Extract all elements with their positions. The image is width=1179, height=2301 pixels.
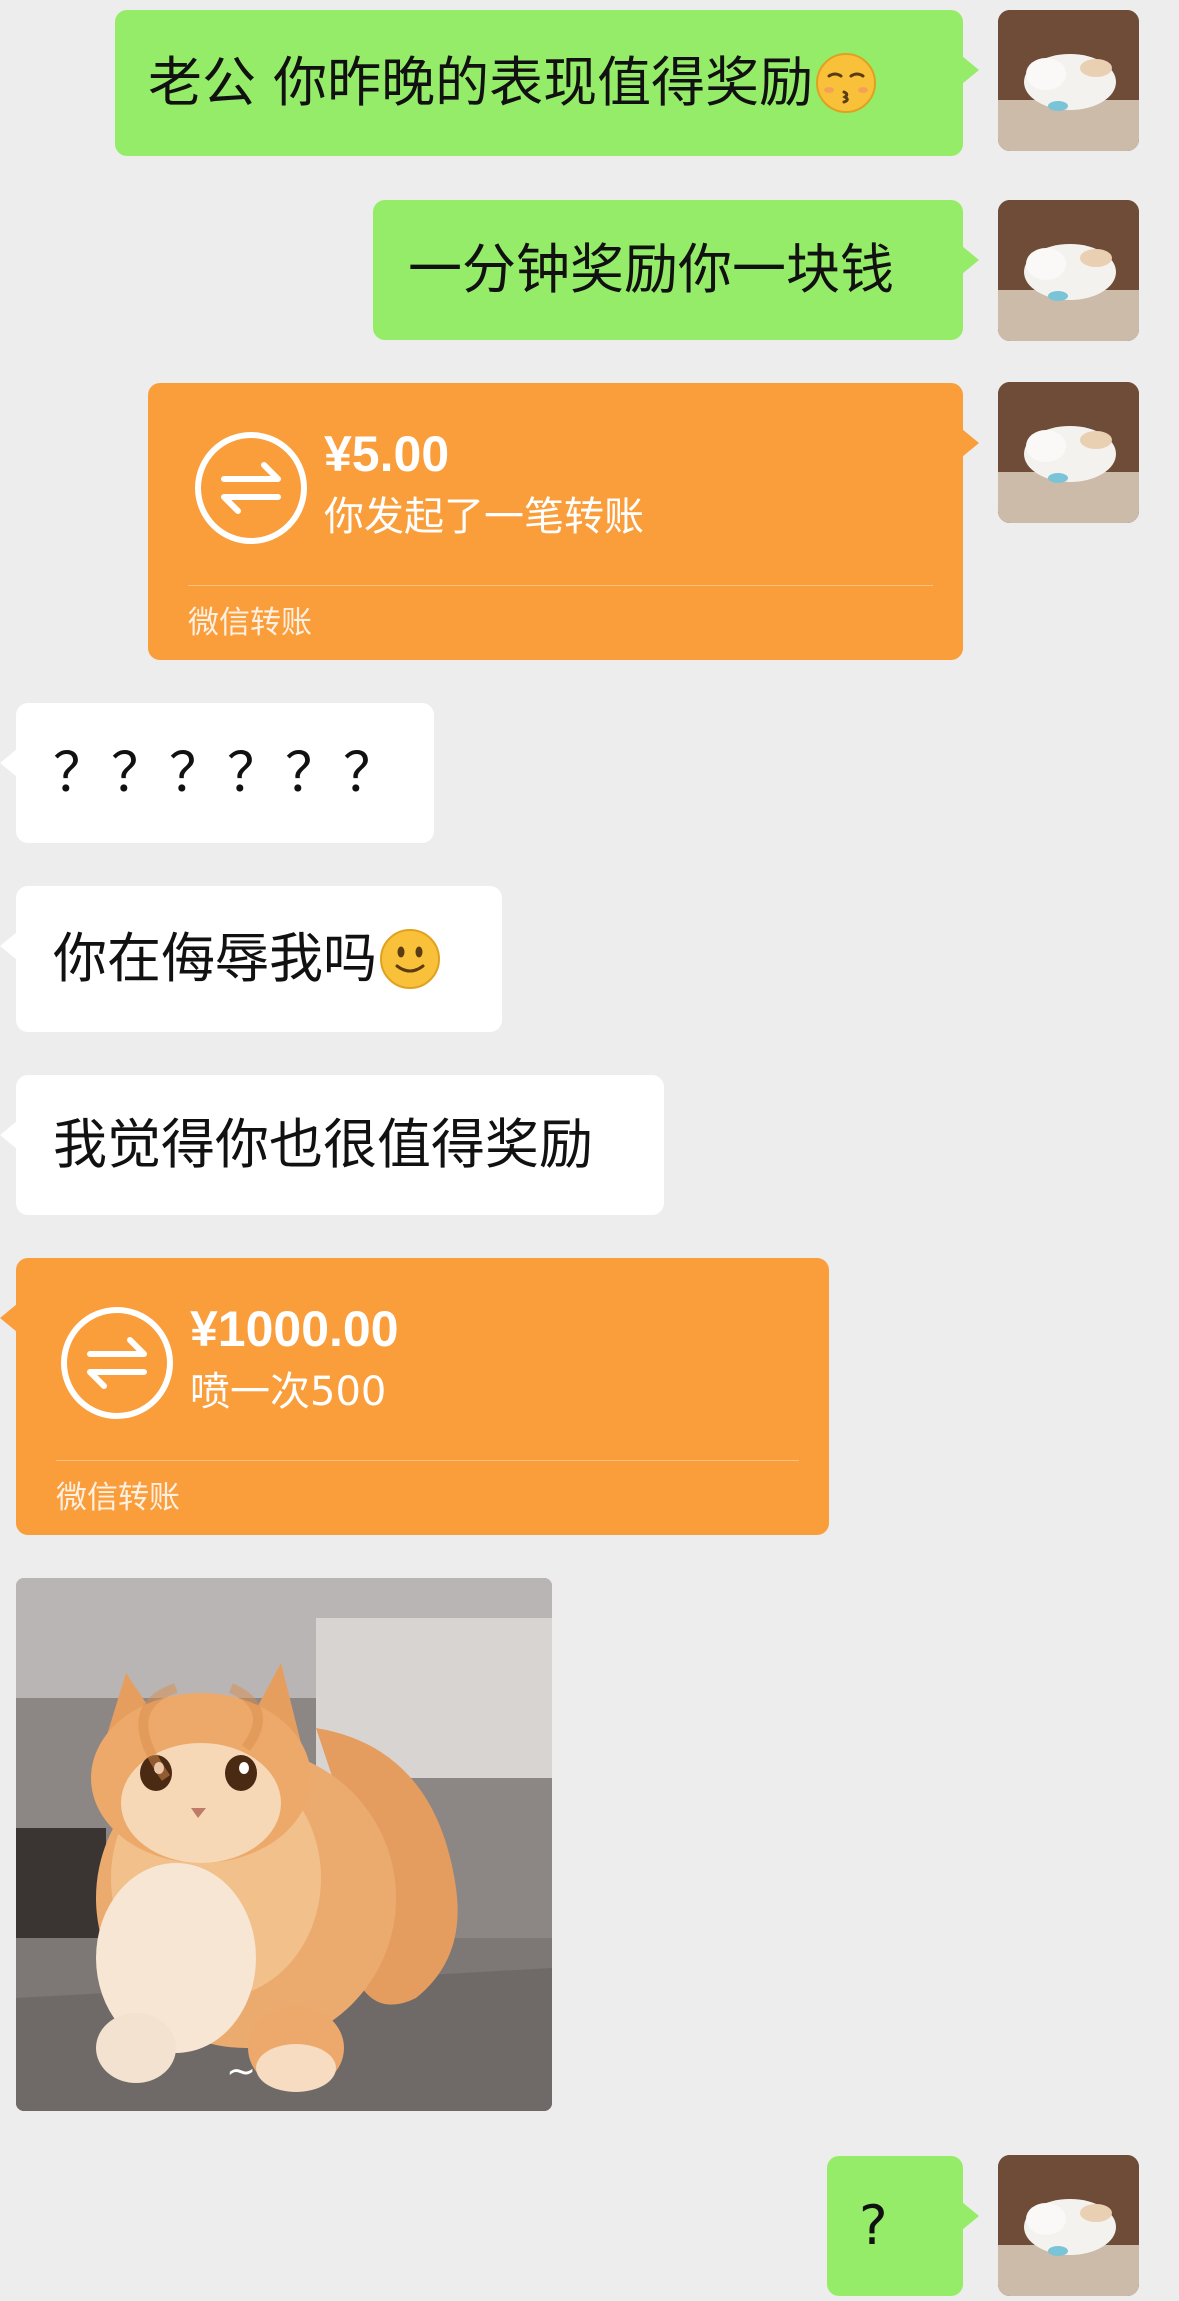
message-bubble[interactable]: 我觉得你也很值得奖励 <box>0 1075 664 1215</box>
message-bubble[interactable]: ？？？？？？ <box>0 703 434 843</box>
kissing-emoji-icon <box>815 52 877 114</box>
transfer-arrows-icon <box>194 431 308 545</box>
avatar[interactable] <box>998 2155 1139 2296</box>
avatar[interactable] <box>998 382 1139 523</box>
divider <box>56 1460 799 1461</box>
message-bubble[interactable]: 老公 你昨晚的表现值得奖励 <box>115 10 979 156</box>
transfer-description: 喷一次500 <box>190 1369 387 1415</box>
transfer-description: 你发起了一笔转账 <box>324 494 644 540</box>
transfer-amount: ¥5.00 <box>324 426 450 482</box>
message-text: ？？？？？？ <box>53 741 401 804</box>
message-text: 我觉得你也很值得奖励 <box>53 1113 593 1176</box>
message-bubble[interactable]: 一分钟奖励你一块钱 <box>373 200 979 340</box>
transfer-footer: 微信转账 <box>188 605 312 641</box>
avatar[interactable] <box>998 200 1139 341</box>
slight-smile-emoji-icon <box>379 928 441 990</box>
message-bubble[interactable]: ? <box>827 2156 979 2296</box>
transfer-arrows-icon <box>60 1306 174 1420</box>
transfer-card[interactable]: ¥5.00 你发起了一笔转账 微信转账 <box>148 383 979 660</box>
transfer-card[interactable]: ¥1000.00 喷一次500 微信转账 <box>0 1258 829 1535</box>
message-bubble[interactable]: 你在侮辱我吗 <box>0 886 502 1032</box>
message-text: 一分钟奖励你一块钱 <box>408 238 894 301</box>
cat-sticker[interactable]: ~ <box>16 1578 552 2111</box>
sticker-caption: ~ <box>226 2051 256 2092</box>
message-text: 老公 你昨晚的表现值得奖励 <box>148 51 814 114</box>
transfer-footer: 微信转账 <box>56 1480 180 1516</box>
transfer-amount: ¥1000.00 <box>190 1301 399 1357</box>
divider <box>188 585 933 586</box>
avatar[interactable] <box>998 10 1139 151</box>
message-text: 你在侮辱我吗 <box>53 927 377 990</box>
message-text: ? <box>859 2194 888 2257</box>
